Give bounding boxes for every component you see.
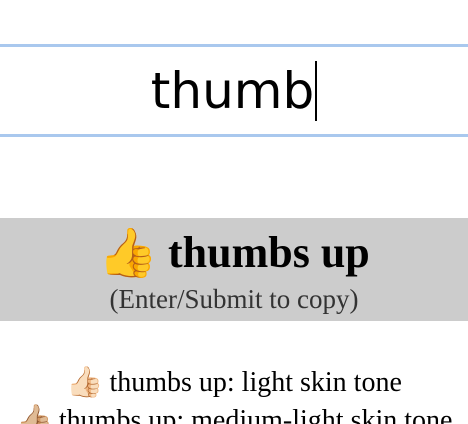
result-item-label: thumbs up: light skin tone — [109, 367, 402, 398]
selected-result[interactable]: 👍 thumbs up (Enter/Submit to copy) — [0, 218, 468, 321]
text-caret — [315, 60, 318, 121]
thumbs-up-light-skin-tone-icon: 👍🏻 — [66, 365, 104, 400]
result-item[interactable]: 👍🏻 thumbs up: light skin tone — [0, 364, 468, 402]
result-item[interactable]: 👍🏼 thumbs up: medium-light skin tone — [0, 402, 468, 424]
selected-result-title: 👍 thumbs up — [0, 224, 468, 282]
result-item-label: thumbs up: medium-light skin tone — [58, 405, 453, 424]
search-input-content[interactable]: thumb — [150, 60, 318, 121]
search-query-text: thumb — [150, 61, 315, 120]
thumbs-up-icon: 👍 — [98, 225, 158, 281]
thumbs-up-medium-light-skin-tone-icon: 👍🏼 — [15, 403, 53, 424]
selected-result-name: thumbs up — [167, 228, 370, 277]
emoji-search-input[interactable]: thumb — [0, 44, 468, 137]
copy-hint: (Enter/Submit to copy) — [109, 284, 359, 314]
